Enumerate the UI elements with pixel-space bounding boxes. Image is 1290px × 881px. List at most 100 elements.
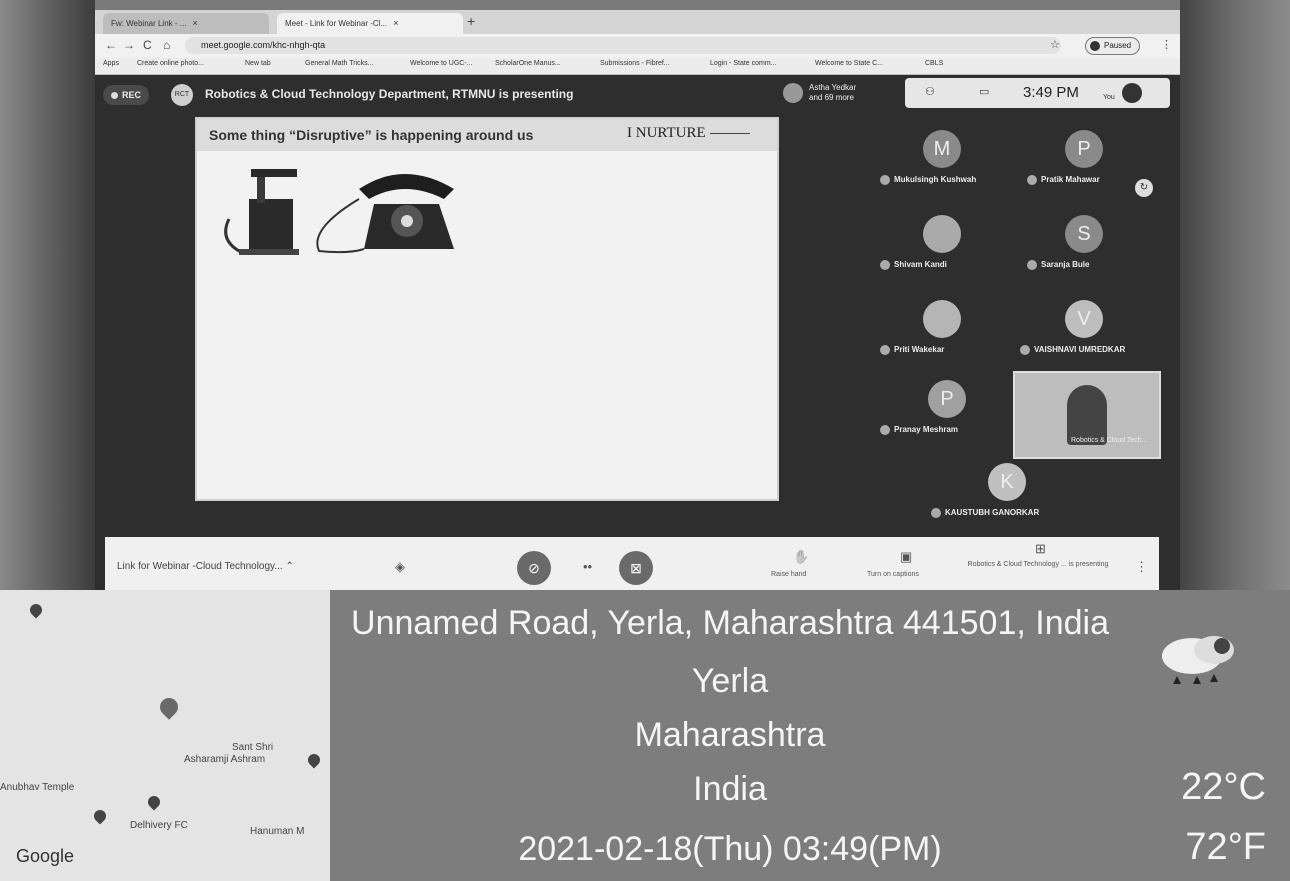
bookmarks-bar: Apps Create online photo... New tab Gene… [95,58,1180,75]
reload-icon[interactable]: C [143,38,152,52]
rec-label: REC [121,90,141,100]
tab-bar: Fw: Webinar Link - ... × Meet - Link for … [95,10,1180,34]
city-text: Yerla [691,662,769,700]
profile-paused-button[interactable]: Paused [1085,37,1141,55]
avatar: RCT [171,84,193,106]
hand-icon[interactable]: ✋ [793,549,809,565]
participant-name: Shivam Kandi [880,260,947,270]
raise-hand-label[interactable]: Raise hand [771,571,806,578]
captions-icon[interactable]: ▣ [900,549,912,565]
browser-window: Fw: Webinar Link - ... × Meet - Link for … [95,10,1180,600]
close-icon[interactable]: × [192,18,197,28]
you-label: You [1103,94,1115,101]
participant-name: Priti Wakekar [880,345,944,355]
record-icon [110,92,118,100]
presentation-slide: Some thing “Disruptive” is happening aro… [195,117,779,501]
more-dots-icon[interactable]: •• [583,559,592,574]
camera-off-button[interactable]: ⊠ [619,551,653,585]
map-pin-icon [91,807,109,825]
address-text: Unnamed Road, Yerla, Maharashtra 441501,… [351,604,1109,642]
browser-menu-icon[interactable]: ⋮ [1161,38,1172,51]
map-label: Anubhav Temple [0,782,75,793]
telephone-images [224,169,454,255]
participant-name: Saranja Bule [1027,260,1089,270]
participant-avatar: V [1065,300,1103,338]
bookmark-item[interactable]: ScholarOne Manus... [495,60,561,67]
participant-name: Mukulsingh Kushwah [880,175,976,185]
captions-label[interactable]: Turn on captions [867,571,919,578]
mic-off-icon: ⊘ [528,560,540,576]
bookmark-item[interactable]: New tab [245,60,271,67]
bookmark-item[interactable]: General Math Tricks... [305,60,373,67]
star-icon[interactable]: ☆ [1050,38,1060,51]
divider [709,133,750,135]
candlestick-phone-image [224,169,299,255]
meet-top-right-bar: ⚇ ▭ 3:49 PM You [905,78,1170,108]
participant-avatar [923,215,961,253]
datetime-text: 2021-02-18(Thu) 03:49(PM) [518,830,942,868]
rotary-phone-image [316,174,454,254]
tab-label: Meet - Link for Webinar -Cl... [285,19,388,28]
new-tab-icon[interactable]: + [467,13,475,29]
map-pin-icon [305,751,323,769]
geotag-overlay: Unnamed Road, Yerla, Maharashtra 441501,… [330,590,1290,881]
close-icon[interactable]: × [393,18,398,28]
participant-avatar: S [1065,215,1103,253]
participant-name: Pranay Meshram [880,425,958,435]
clock-time: 3:49 PM [1023,84,1079,101]
presenter-video-tile[interactable]: Robotics & Cloud Tech... [1013,371,1161,459]
photo-frame-left [0,0,95,600]
avatar[interactable] [1122,83,1142,103]
tab-meet[interactable]: Meet - Link for Webinar -Cl... × [277,13,463,34]
map-pin-icon [27,601,45,619]
slide-logo: I NURTURE [627,125,750,142]
slide-logo-text: I NURTURE [627,125,706,141]
tab-label: Fw: Webinar Link - ... [111,19,187,28]
participant-count: and 69 more [809,93,854,102]
bookmark-item[interactable]: Login - State comm... [710,60,777,67]
recording-badge: REC [103,85,149,105]
bookmark-item[interactable]: Welcome to UGC-... [410,60,473,67]
back-icon[interactable]: ← [105,38,117,52]
presenter-video [1067,385,1107,445]
participant-avatar: P [1065,130,1103,168]
participant-avatar: P [928,380,966,418]
tile-options-icon[interactable]: ↻ [1135,179,1153,197]
bookmark-item[interactable]: Create online photo... [137,60,204,67]
address-bar: ← → C ⌂ meet.google.com/khc-nhgh-qta ☆ P… [95,34,1180,58]
map-label: Sant Shri [232,742,274,753]
participant-avatar [923,300,961,338]
tab-webinar-mail[interactable]: Fw: Webinar Link - ... × [103,13,269,34]
slide-title: Some thing “Disruptive” is happening aro… [209,127,534,143]
bookmark-item[interactable]: Welcome to State C... [815,60,883,67]
participant-name: KAUSTUBH GANORKAR [931,508,1039,518]
photo-frame-right [1180,0,1290,600]
bookmark-item[interactable]: Submissions - Fibref... [600,60,670,67]
bookmark-apps[interactable]: Apps [103,60,119,67]
url-field[interactable]: meet.google.com/khc-nhgh-qta [185,37,1061,54]
bookmark-item[interactable]: CBLS [925,60,943,67]
chat-icon[interactable]: ▭ [979,85,989,98]
video-caption: Robotics & Cloud Tech... [1071,437,1148,444]
more-options-icon[interactable]: ⋮ [1135,559,1148,575]
present-icon[interactable]: ⊞ [1035,541,1046,557]
meet-control-bar: Link for Webinar -Cloud Technology... ⌃ … [105,537,1159,597]
home-icon[interactable]: ⌂ [163,38,170,52]
map-label: Hanuman M [250,826,305,837]
current-location-pin-icon [156,694,182,720]
google-logo: Google [16,846,75,866]
participant-name: Astha Yedkar [809,83,857,92]
map-label: Delhivery FC [130,820,188,831]
state-text: Maharashtra [634,716,826,754]
people-icon[interactable]: ⚇ [925,85,935,98]
photo-frame-top [0,0,1290,10]
rain-cloud-icon [1162,636,1234,684]
chevron-up-icon: ⌃ [285,561,294,572]
meeting-details-button[interactable]: Link for Webinar -Cloud Technology... ⌃ [117,561,294,572]
temperature-celsius: 22°C [1181,766,1266,808]
presenting-label[interactable]: Robotics & Cloud Technology ... is prese… [963,561,1113,568]
forward-icon[interactable]: → [123,38,135,52]
participant-name: VAISHNAVI UMREDKAR [1020,345,1125,355]
shield-icon[interactable]: ◈ [395,559,405,575]
mic-off-button[interactable]: ⊘ [517,551,551,585]
